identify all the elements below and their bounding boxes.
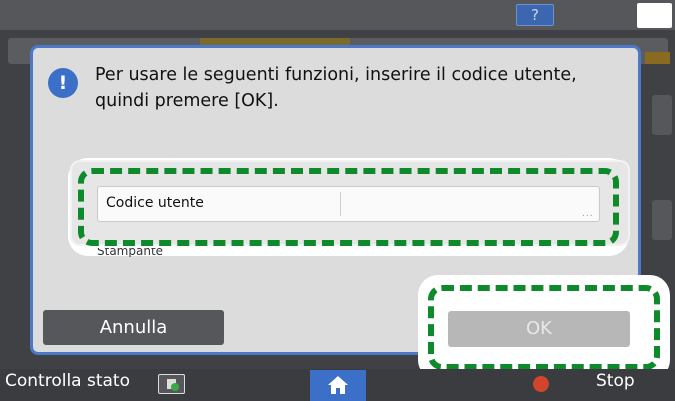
screen: ? ! Per usare le seguenti funzioni, inse… <box>0 0 675 401</box>
home-icon <box>328 376 348 394</box>
dialog-message: Per usare le seguenti funzioni, inserire… <box>95 65 577 111</box>
moon-icon <box>649 7 657 23</box>
home-button[interactable] <box>310 370 366 401</box>
question-icon: ? <box>531 6 539 24</box>
stop-button[interactable]: Stop <box>596 371 635 391</box>
cancel-button[interactable]: Annulla <box>43 310 224 345</box>
device-status-icon[interactable] <box>158 374 185 394</box>
info-exclamation-icon: ! <box>48 68 78 98</box>
background-side-button <box>652 95 672 135</box>
energy-saver-button[interactable] <box>637 3 672 28</box>
stop-icon[interactable] <box>533 376 549 392</box>
ok-highlight <box>428 285 660 370</box>
top-status-bar <box>0 0 675 30</box>
background-accent <box>645 52 670 64</box>
check-status-label[interactable]: Controlla stato <box>5 371 130 391</box>
function-label: Stampante <box>97 248 164 257</box>
help-button[interactable]: ? <box>516 4 554 26</box>
background-side-button <box>652 200 672 240</box>
field-highlight <box>78 168 619 246</box>
